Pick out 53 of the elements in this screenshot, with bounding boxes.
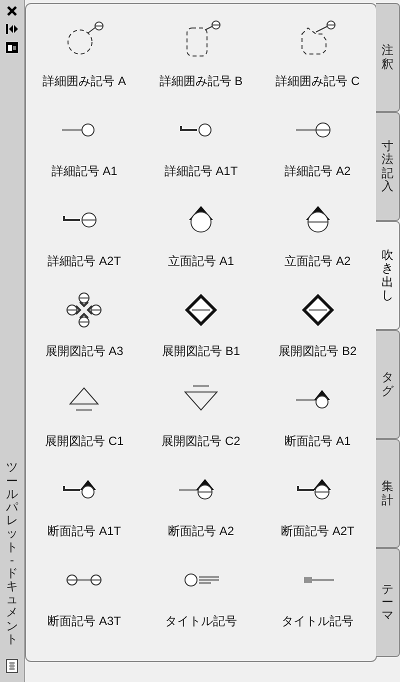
side-tab[interactable]: テーマ <box>376 548 400 657</box>
symbol-icon <box>296 479 331 500</box>
symbol-icon <box>295 122 330 138</box>
palette-title-bar: ツールパレット - ドキュメント <box>0 0 25 682</box>
tool-item[interactable]: タイトル記号 <box>142 552 260 642</box>
symbol-icon <box>184 574 220 586</box>
symbol-icon <box>63 212 97 228</box>
symbol-icon <box>62 124 95 136</box>
tool-item[interactable]: 断面記号 A3T <box>26 552 143 642</box>
tool-item[interactable]: 立面記号 A2 <box>259 192 376 282</box>
symbol-icon <box>63 480 96 498</box>
side-tab[interactable]: 吹き出し <box>376 221 400 330</box>
symbol-icon <box>303 578 334 582</box>
symbol-icon <box>184 294 218 326</box>
side-tab[interactable]: 注釈 <box>376 3 400 112</box>
tool-item[interactable]: 詳細記号 A1T <box>142 102 260 192</box>
close-icon[interactable] <box>5 4 19 18</box>
tool-item[interactable]: 展開図記号 B1 <box>142 282 260 372</box>
palette-menu-icon[interactable] <box>5 658 19 674</box>
symbol-icon <box>68 22 104 54</box>
tool-item[interactable]: 詳細記号 A2 <box>259 102 376 192</box>
tool-item[interactable]: 展開図記号 C2 <box>142 372 260 462</box>
tool-item[interactable]: 断面記号 A1T <box>26 462 143 552</box>
symbol-icon <box>188 206 213 232</box>
symbol-icon <box>302 294 334 326</box>
side-tab[interactable]: 寸法記入 <box>376 112 400 221</box>
tool-item[interactable]: 断面記号 A2 <box>142 462 260 552</box>
tool-item[interactable]: 展開図記号 A3 <box>26 282 143 372</box>
symbol-icon <box>69 387 100 410</box>
tool-item[interactable]: 詳細記号 A1 <box>26 102 143 192</box>
side-tab[interactable]: 集計 <box>376 439 400 548</box>
tool-item[interactable]: 詳細記号 A2T <box>26 192 143 282</box>
auto-hide-icon[interactable] <box>5 22 19 36</box>
tool-item[interactable]: タイトル記号 <box>259 552 376 642</box>
symbol-icon <box>184 386 218 411</box>
symbol-icon <box>186 20 220 56</box>
symbol-icon <box>295 390 330 408</box>
tool-item[interactable]: 詳細囲み記号 B <box>142 12 260 102</box>
side-tab[interactable]: タグ <box>376 330 400 439</box>
symbol-icon <box>178 479 214 500</box>
symbol-icon <box>66 574 102 586</box>
tool-item[interactable]: 展開図記号 C1 <box>26 372 143 462</box>
tool-item[interactable]: 展開図記号 B2 <box>259 282 376 372</box>
tool-item[interactable]: 断面記号 A1 <box>259 372 376 462</box>
symbol-icon <box>306 206 330 232</box>
tool-item[interactable]: 断面記号 A2T <box>259 462 376 552</box>
symbol-icon <box>66 292 102 328</box>
symbol-icon <box>301 20 336 54</box>
properties-icon[interactable] <box>5 40 19 54</box>
symbol-icon <box>180 124 212 136</box>
tool-item[interactable]: 詳細囲み記号 A <box>26 12 143 102</box>
tool-item[interactable]: 詳細囲み記号 C <box>259 12 376 102</box>
tool-item[interactable]: 立面記号 A1 <box>142 192 260 282</box>
